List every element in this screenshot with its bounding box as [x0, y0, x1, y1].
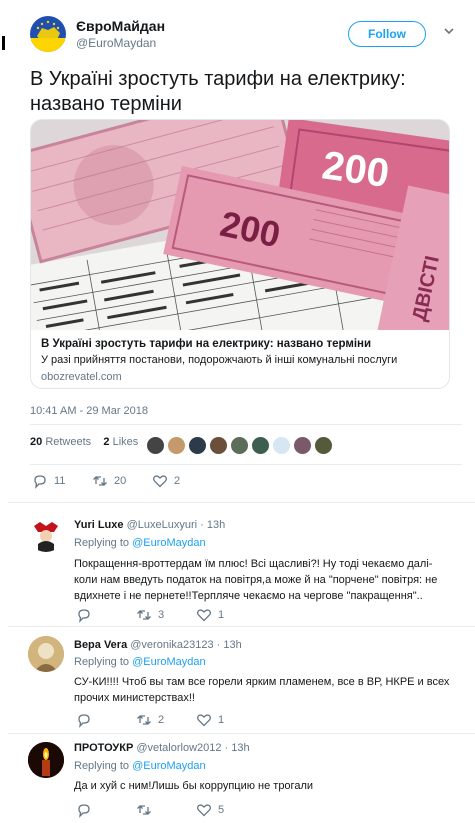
- like-button[interactable]: 1: [196, 712, 224, 728]
- reply-avatar[interactable]: [28, 516, 64, 552]
- tweet-header: ЄвроМайдан @EuroMaydan Follow: [30, 16, 462, 56]
- reply-author[interactable]: ПРОТОУКР @vetalorlow2012 · 13h: [74, 742, 250, 754]
- reply-text: Покращення-вроттердам їм плюс! Всі щасли…: [74, 558, 438, 602]
- like-button[interactable]: 5: [196, 802, 224, 818]
- retweet-icon: [137, 715, 151, 725]
- reply-actions: 5: [74, 802, 294, 818]
- liker-avatar[interactable]: [293, 436, 312, 455]
- reply-avatar[interactable]: [28, 636, 64, 672]
- author-avatar[interactable]: [30, 16, 66, 52]
- chevron-down-icon[interactable]: [442, 24, 456, 38]
- liker-avatar[interactable]: [167, 436, 186, 455]
- card-image: 200 200 ДВІСТІ: [31, 120, 449, 388]
- reply-icon: [78, 804, 90, 818]
- card-description: У разі прийняття постанови, подорожчають…: [41, 354, 398, 366]
- retweet-button[interactable]: [136, 802, 158, 818]
- card-domain: obozrevatel.com: [41, 371, 122, 383]
- mention-link[interactable]: @EuroMaydan: [132, 760, 206, 772]
- reply-button[interactable]: 11: [32, 473, 65, 489]
- reply-icon: [78, 714, 90, 728]
- reply-actions: 3 1: [74, 607, 294, 623]
- heart-icon: [197, 609, 211, 622]
- reply-author[interactable]: Yuri Luxe @LuxeLuxyuri · 13h: [74, 519, 225, 531]
- liker-avatar[interactable]: [146, 436, 165, 455]
- divider: [30, 424, 462, 425]
- liker-avatar[interactable]: [209, 436, 228, 455]
- liker-avatar[interactable]: [188, 436, 207, 455]
- reply-text: Да и хуй с ним!Лишь бы коррупцию не трог…: [74, 780, 314, 792]
- like-button[interactable]: 2: [152, 473, 180, 489]
- reply-button[interactable]: [76, 802, 98, 818]
- heart-icon: [153, 475, 167, 488]
- reply-icon: [34, 475, 46, 489]
- author-name[interactable]: ЄвроМайдан: [76, 18, 165, 34]
- tweet-actions: 11 20 2: [30, 473, 330, 493]
- author-handle[interactable]: @EuroMaydan: [76, 36, 156, 50]
- mention-link[interactable]: @EuroMaydan: [132, 656, 206, 668]
- liker-avatar[interactable]: [251, 436, 270, 455]
- retweets-stat[interactable]: 20 Retweets: [30, 436, 91, 448]
- reply-author[interactable]: Вера Vera @veronika23123 · 13h: [74, 639, 242, 651]
- mention-link[interactable]: @EuroMaydan: [132, 537, 206, 549]
- retweet-icon: [137, 805, 151, 815]
- tweet-stats: 20 Retweets 2 Likes: [30, 436, 138, 448]
- liker-avatar[interactable]: [230, 436, 249, 455]
- reply-actions: 2 1: [74, 712, 294, 728]
- reply-icon: [78, 609, 90, 623]
- liker-avatar[interactable]: [272, 436, 291, 455]
- tweet-text: В Україні зростуть тарифи на електрику: …: [30, 68, 406, 115]
- retweet-icon: [137, 610, 151, 620]
- reply-button[interactable]: [76, 607, 98, 623]
- reply-button[interactable]: [76, 712, 98, 728]
- reply-text: СУ-КИ!!!! Чтоб вы там все горели ярким п…: [74, 676, 450, 704]
- retweet-button[interactable]: 20: [92, 473, 126, 489]
- replying-to: Replying to @EuroMaydan: [74, 656, 206, 668]
- window-edge: [0, 0, 8, 823]
- link-card[interactable]: 200 200 ДВІСТІ В Україні зростуть тарифи…: [30, 119, 450, 389]
- like-button[interactable]: 1: [196, 607, 224, 623]
- follow-button[interactable]: Follow: [348, 21, 426, 47]
- card-body[interactable]: В Україні зростуть тарифи на електрику: …: [31, 330, 449, 388]
- heart-icon: [197, 804, 211, 817]
- tweet-timestamp[interactable]: 10:41 AM - 29 Mar 2018: [30, 405, 148, 417]
- heart-icon: [197, 714, 211, 727]
- card-title: В Україні зростуть тарифи на електрику: …: [41, 338, 372, 350]
- divider: [30, 464, 462, 465]
- retweet-button[interactable]: 2: [136, 712, 164, 728]
- replying-to: Replying to @EuroMaydan: [74, 760, 206, 772]
- replying-to: Replying to @EuroMaydan: [74, 537, 206, 549]
- reply-avatar[interactable]: [28, 742, 64, 778]
- liker-avatar[interactable]: [314, 436, 333, 455]
- retweet-icon: [93, 476, 107, 486]
- retweet-button[interactable]: 3: [136, 607, 164, 623]
- likes-stat[interactable]: 2 Likes: [103, 436, 138, 448]
- note-value-right: 200: [320, 143, 392, 196]
